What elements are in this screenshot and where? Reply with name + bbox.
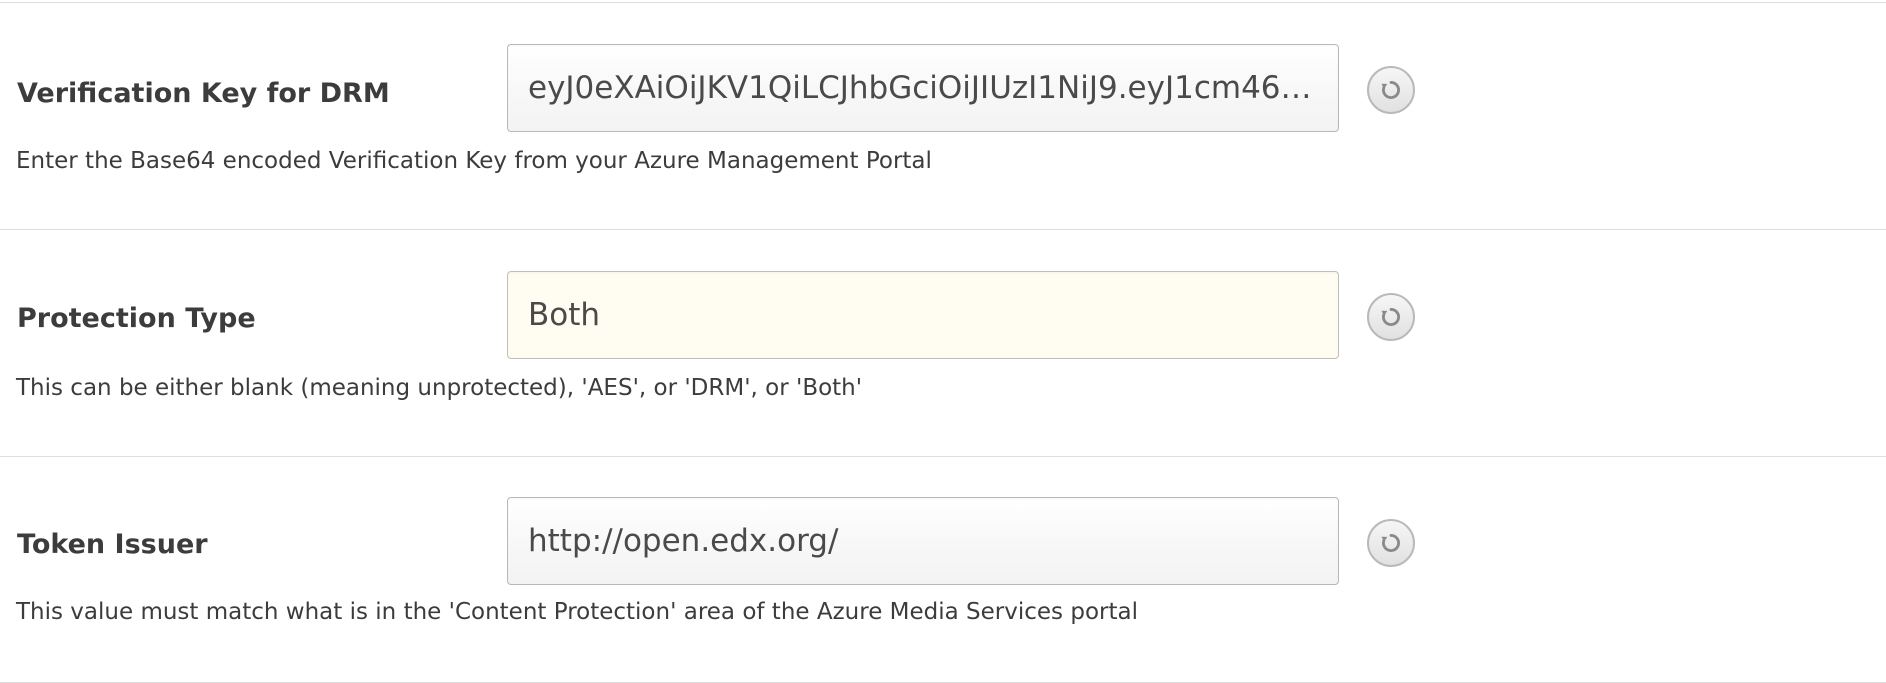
reset-button[interactable] [1367, 519, 1415, 567]
token-issuer-field[interactable]: http://open.edx.org/ [507, 497, 1339, 585]
setting-help: This value must match what is in the 'Co… [16, 599, 1138, 625]
verification-key-field[interactable]: eyJ0eXAiOiJKV1QiLCJhbGciOiJIUzI1NiJ9.eyJ… [507, 44, 1339, 132]
protection-type-field[interactable]: Both [507, 271, 1339, 359]
field-value: Both [528, 297, 601, 333]
setting-protection-type: Protection Type Both This can be either … [0, 230, 1886, 456]
settings-list: Verification Key for DRM eyJ0eXAiOiJKV1Q… [0, 0, 1886, 683]
reset-icon [1378, 304, 1404, 330]
setting-label: Protection Type [17, 303, 256, 334]
field-value: eyJ0eXAiOiJKV1QiLCJhbGciOiJIUzI1NiJ9.eyJ… [528, 70, 1318, 106]
setting-verification-key: Verification Key for DRM eyJ0eXAiOiJKV1Q… [0, 3, 1886, 229]
reset-icon [1378, 77, 1404, 103]
field-value: http://open.edx.org/ [528, 523, 839, 559]
setting-token-issuer: Token Issuer http://open.edx.org/ This v… [0, 457, 1886, 683]
reset-icon [1378, 530, 1404, 556]
setting-label: Token Issuer [17, 529, 208, 560]
setting-help: This can be either blank (meaning unprot… [16, 375, 863, 401]
reset-button[interactable] [1367, 66, 1415, 114]
reset-button[interactable] [1367, 293, 1415, 341]
setting-help: Enter the Base64 encoded Verification Ke… [16, 148, 932, 174]
setting-label: Verification Key for DRM [17, 78, 390, 109]
